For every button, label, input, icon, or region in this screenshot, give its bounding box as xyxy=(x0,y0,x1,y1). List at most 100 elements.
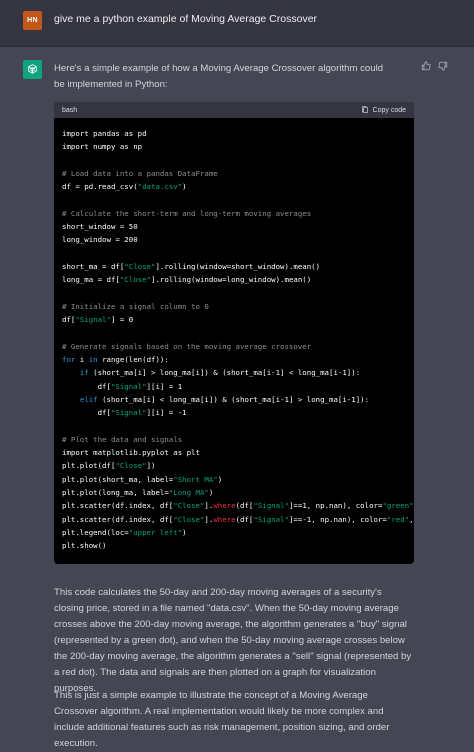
code-token: plt.scatter(df.index, df[ xyxy=(62,514,174,524)
code-token: long_window = 200 xyxy=(62,235,138,245)
code-token: import matplotlib.pyplot as plt xyxy=(62,448,200,458)
openai-logo-icon xyxy=(23,60,42,79)
code-line: import pandas as pd xyxy=(62,127,406,140)
code-token: ]. xyxy=(204,501,214,511)
code-token: in xyxy=(88,355,98,365)
code-token: "data.csv" xyxy=(137,182,183,192)
code-token: (df[ xyxy=(235,501,254,511)
code-header: bash Copy code xyxy=(54,102,414,118)
code-line: import matplotlib.pyplot as plt xyxy=(62,446,406,459)
code-line: df["Signal"][i] = -1 xyxy=(62,406,406,419)
explanation-paragraph: This code calculates the 50-day and 200-… xyxy=(54,587,412,694)
code-token: ].rolling(window=short_window).mean() xyxy=(155,261,321,271)
code-token: plt.scatter(df.index, df[ xyxy=(62,501,174,511)
code-token: ) xyxy=(217,474,223,484)
code-token: "Signal" xyxy=(253,514,289,524)
code-token: range(len(df)): xyxy=(97,355,169,365)
user-message-text: give me a python example of Moving Avera… xyxy=(54,13,318,25)
code-language-label: bash xyxy=(62,106,78,114)
code-token: ]==-1, np.nan), color= xyxy=(288,514,387,524)
code-token: "upper left" xyxy=(128,527,183,537)
thumbs-down-icon[interactable] xyxy=(437,60,449,72)
code-token: import pandas as pd xyxy=(62,129,147,138)
code-token: "Long MA" xyxy=(168,488,209,498)
code-line: long_ma = df["Close"].rolling(window=lon… xyxy=(62,273,406,286)
code-token: "Signal" xyxy=(110,408,147,418)
code-line: plt.plot(long_ma, label="Long MA") xyxy=(62,486,406,499)
user-avatar: HN xyxy=(23,11,42,30)
code-line: df = pd.read_csv("data.csv") xyxy=(62,180,406,193)
code-token: "green" xyxy=(382,501,414,511)
code-line: plt.legend(loc="upper left") xyxy=(62,526,406,539)
code-line: plt.scatter(df.index, df["Close"].where(… xyxy=(62,513,414,526)
code-token: plt.plot(short_ma, label= xyxy=(62,474,174,484)
assistant-intro-text: Here's a simple example of how a Moving … xyxy=(54,63,384,90)
code-token: short_ma = df[ xyxy=(62,261,125,271)
thumbs-up-icon[interactable] xyxy=(420,60,432,72)
code-token: if xyxy=(79,368,89,378)
code-token: df[ xyxy=(62,408,111,418)
code-token: for xyxy=(62,355,76,365)
code-token: "Signal" xyxy=(110,381,147,391)
code-line: # Calculate the short-term and long-term… xyxy=(62,207,406,220)
code-token: short_window = 50 xyxy=(62,222,138,232)
code-token: ]==1, np.nan), color= xyxy=(288,501,383,511)
code-line: # Initialize a signal column to 0 xyxy=(62,300,406,313)
clipboard-icon xyxy=(361,106,368,113)
code-line: plt.show() xyxy=(62,539,406,552)
code-token: ]. xyxy=(204,514,214,524)
code-token: # Calculate the short-term and long-term… xyxy=(62,208,312,218)
code-token: ][i] = -1 xyxy=(146,408,187,418)
code-token: ) xyxy=(182,527,187,537)
code-line: # Generate signals based on the moving a… xyxy=(62,340,406,353)
code-line: short_ma = df["Close"].rolling(window=sh… xyxy=(62,260,406,273)
code-line: plt.scatter(df.index, df["Close"].where(… xyxy=(62,499,414,512)
code-token: # Load data into a pandas DataFrame xyxy=(62,168,218,178)
code-token: # Plot the data and signals xyxy=(62,434,183,444)
copy-code-label: Copy code xyxy=(372,106,406,114)
code-line: plt.plot(df["Close"]) xyxy=(62,459,406,472)
code-token: "Close" xyxy=(173,514,205,524)
code-token: i xyxy=(75,355,89,365)
code-line: import numpy as np xyxy=(62,140,406,153)
code-token: # Generate signals based on the moving a… xyxy=(62,341,312,351)
code-line: for i in range(len(df)): xyxy=(62,353,406,366)
code-line: plt.plot(short_ma, label="Short MA") xyxy=(62,473,406,486)
code-token: where xyxy=(213,514,236,524)
code-token: ][i] = 1 xyxy=(146,381,183,391)
code-token: plt.legend(loc= xyxy=(62,527,129,537)
code-line: df["Signal"] = 0 xyxy=(62,313,406,326)
code-token: "Close" xyxy=(124,261,156,271)
code-token: "Short MA" xyxy=(173,474,218,484)
code-token: plt.plot(long_ma, label= xyxy=(62,488,169,498)
code-line: # Load data into a pandas DataFrame xyxy=(62,167,406,180)
code-token: plt.show() xyxy=(62,541,107,551)
code-token: import numpy as np xyxy=(62,142,143,152)
code-token: "Signal" xyxy=(253,501,289,511)
code-token: (df[ xyxy=(235,514,254,524)
code-body: import pandas as pd import numpy as np # L… xyxy=(54,118,414,553)
code-line: elif (short_ma[i] < long_ma[i]) & (short… xyxy=(62,393,406,406)
code-token: "Close" xyxy=(119,275,152,285)
code-block: bash Copy code import pandas as pd import… xyxy=(54,102,414,564)
code-token: ] = 0 xyxy=(110,315,134,325)
code-token: ) xyxy=(182,182,187,192)
code-token: long_ma = df[ xyxy=(62,275,120,285)
summary-paragraph: This is just a simple example to illustr… xyxy=(54,690,390,749)
code-token: "Close" xyxy=(115,461,147,471)
code-token: # Initialize a signal column to 0 xyxy=(62,301,209,311)
code-line: # Plot the data and signals xyxy=(62,433,406,446)
code-token: (short_ma[i] < long_ma[i]) & (short_ma[i… xyxy=(97,394,370,404)
code-token: elif xyxy=(79,394,98,404)
code-token: ]) xyxy=(146,461,156,471)
code-token: ) xyxy=(208,488,214,498)
copy-code-button[interactable]: Copy code xyxy=(361,106,406,114)
user-message-row: HN give me a python example of Moving Av… xyxy=(0,0,474,47)
code-token: ].rolling(window=long_window).mean() xyxy=(151,275,312,285)
code-token: "red" xyxy=(386,514,410,524)
